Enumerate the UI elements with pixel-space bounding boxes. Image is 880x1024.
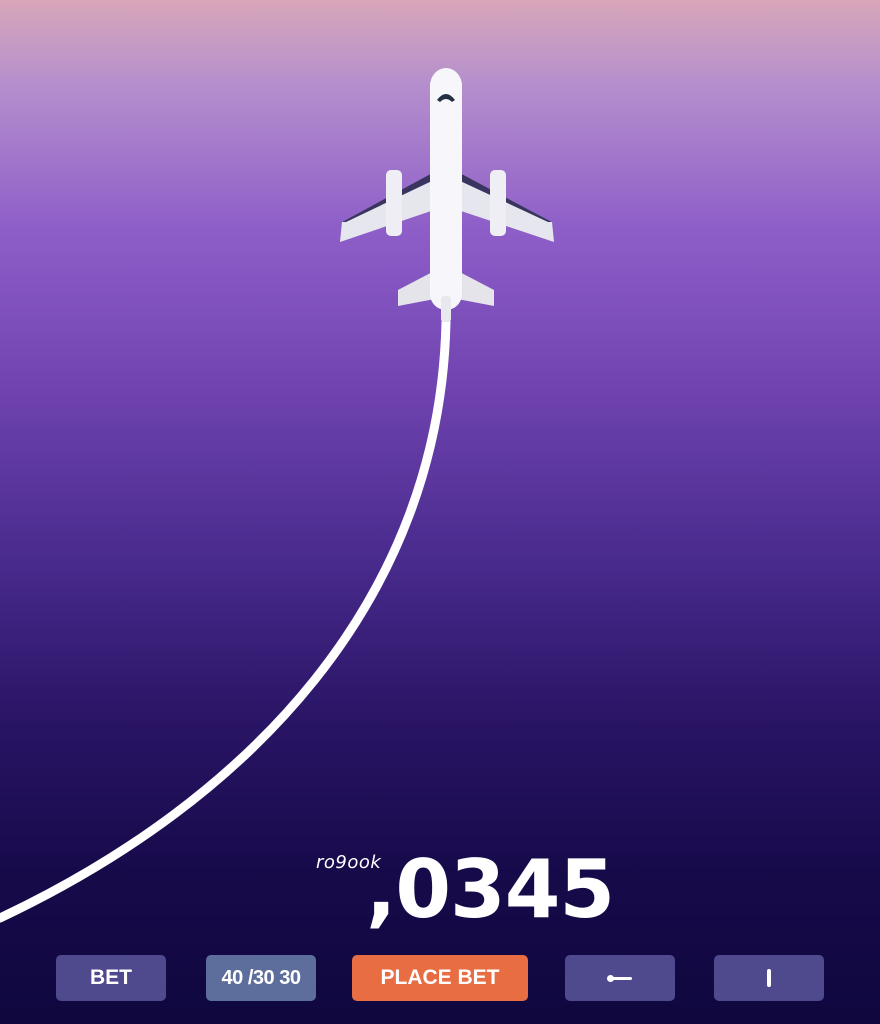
- airplane-icon: [340, 68, 554, 322]
- control-bar: BET 40 /30 30 PLACE BET: [0, 955, 880, 1001]
- pause-button[interactable]: [714, 955, 824, 1001]
- pause-bar-icon: [767, 969, 771, 987]
- arrow-left-button[interactable]: [565, 955, 675, 1001]
- bet-button[interactable]: BET: [56, 955, 166, 1001]
- arrow-left-icon: [606, 971, 634, 985]
- multiplier-value: ,0345: [366, 843, 615, 936]
- place-bet-button[interactable]: PLACE BET: [352, 955, 528, 1001]
- stake-display[interactable]: 40 /30 30: [206, 955, 316, 1001]
- flight-trail: [0, 317, 451, 923]
